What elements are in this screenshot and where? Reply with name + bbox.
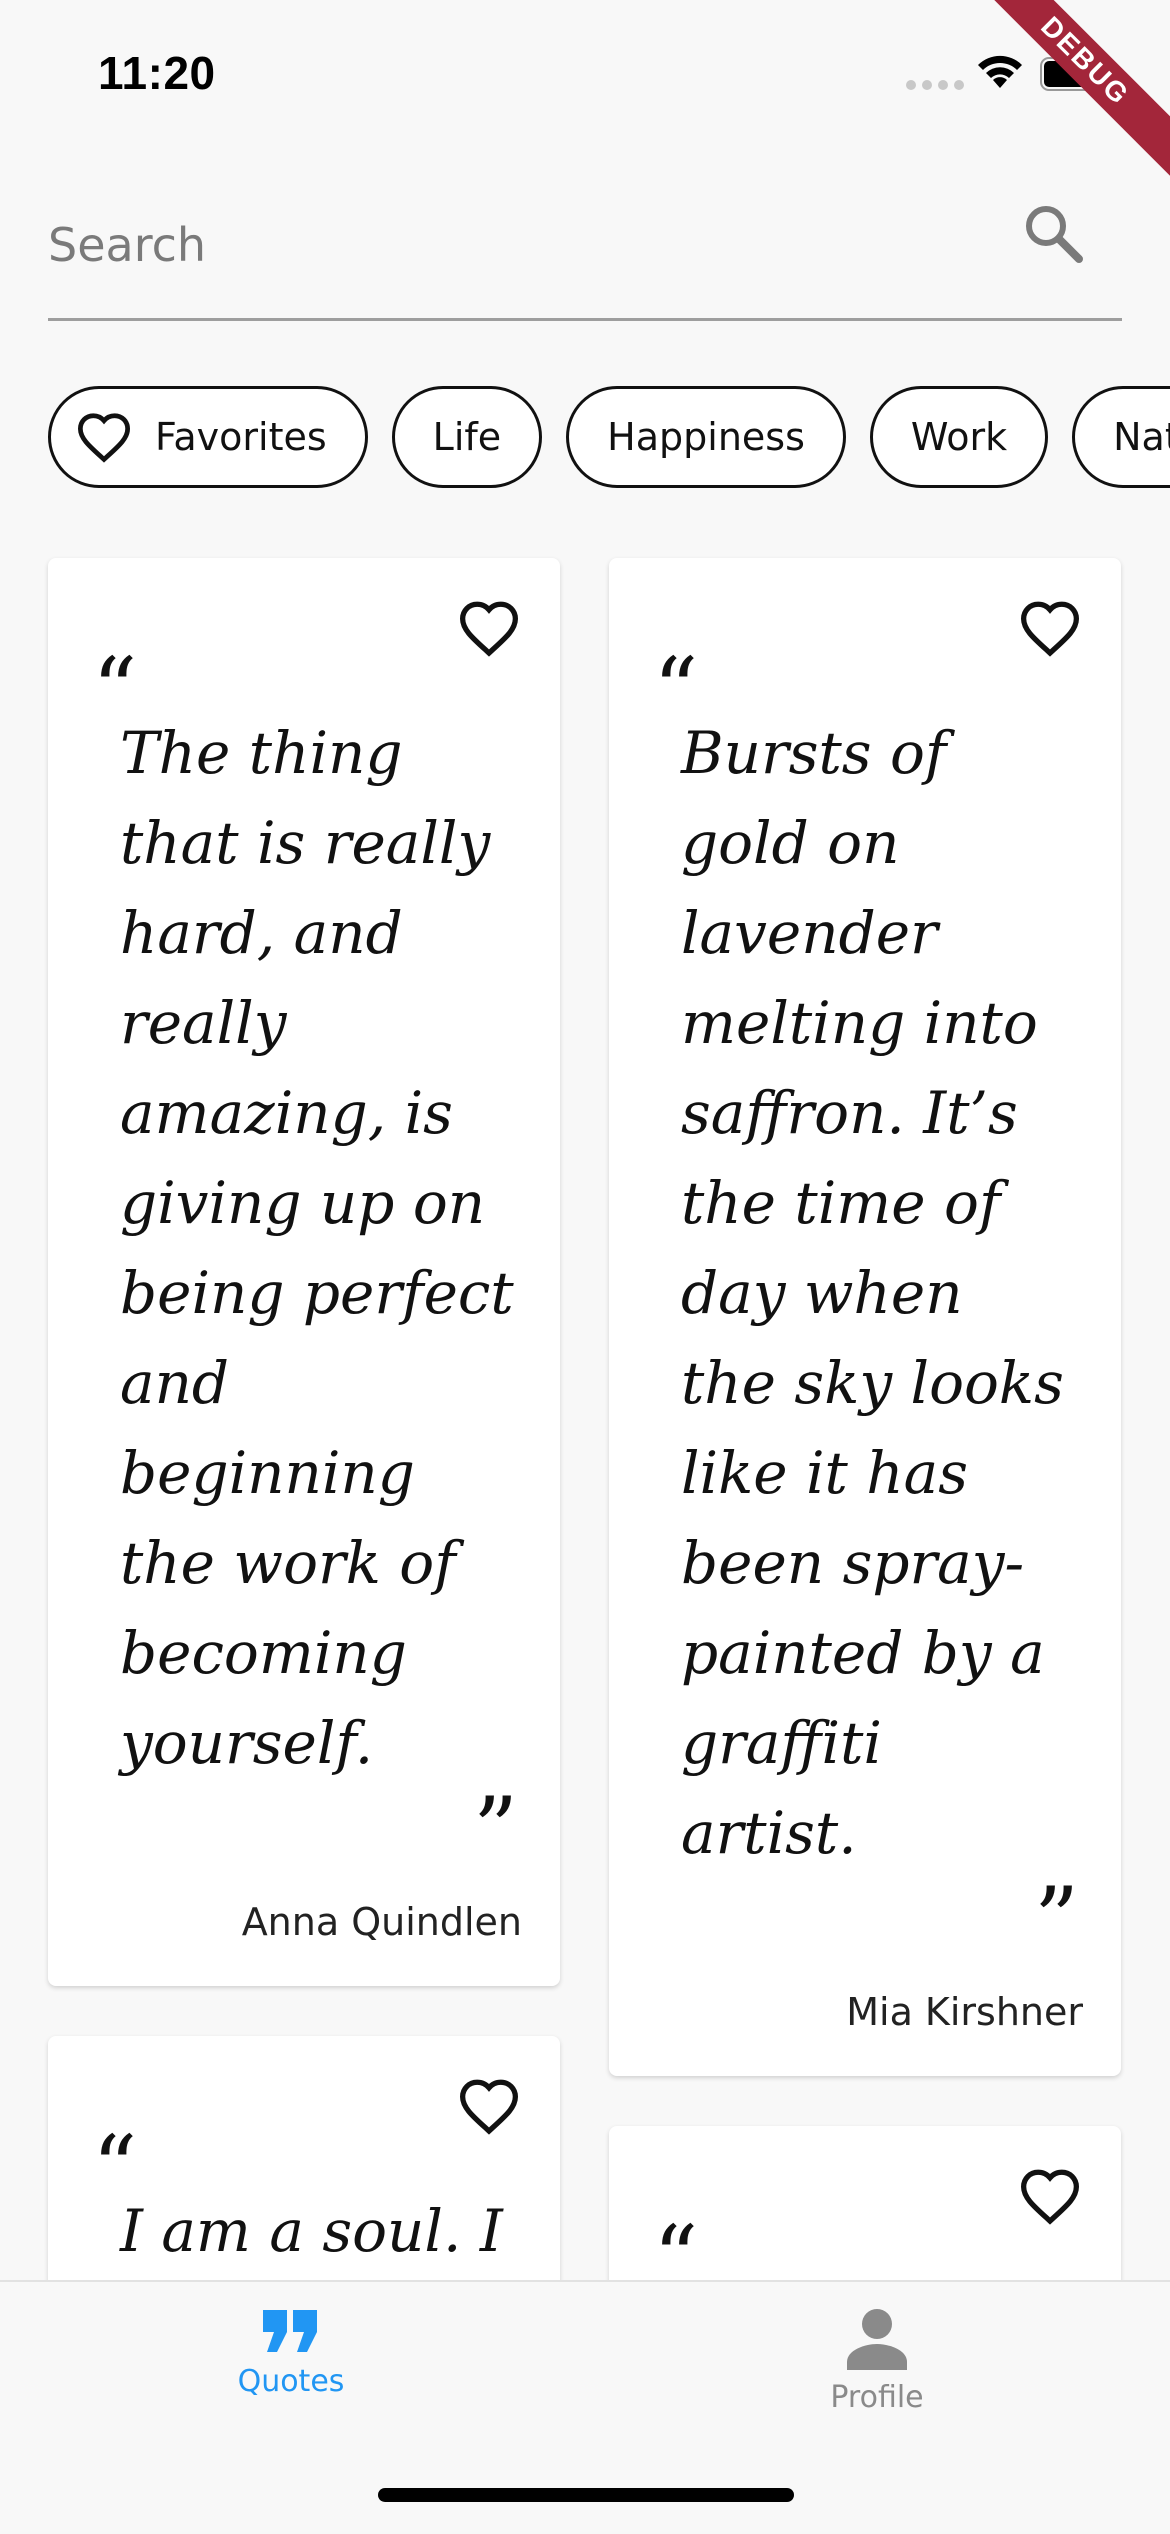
open-quote-icon: ” — [94, 2069, 139, 2172]
chip-happiness[interactable]: Happiness — [566, 386, 846, 488]
status-time: 11:20 — [98, 47, 216, 99]
favorite-button[interactable] — [456, 2076, 522, 2136]
debug-banner: DEBUG — [960, 0, 1170, 186]
quote-card[interactable]: ” Bursts of gold on lavender melting int… — [609, 558, 1121, 2076]
chip-favorites[interactable]: Favorites — [48, 386, 368, 488]
quote-author: Anna Quindlen — [241, 1900, 522, 1944]
home-indicator[interactable] — [378, 2488, 794, 2502]
heart-outline-icon — [77, 413, 131, 463]
cellular-signal-icon — [906, 80, 964, 90]
quote-text: Bursts of gold on lavender melting into … — [681, 719, 1064, 1867]
search-input[interactable] — [48, 200, 948, 290]
quote-icon — [263, 2310, 317, 2352]
open-quote-icon: ” — [655, 591, 700, 694]
chip-label: Nature — [1113, 415, 1170, 459]
heart-outline-icon — [1020, 2169, 1080, 2225]
chip-label: Work — [910, 415, 1008, 459]
favorite-button[interactable] — [1017, 598, 1083, 658]
open-quote-icon: ” — [94, 591, 139, 694]
status-bar: 11:20 DEBUG — [0, 0, 1170, 186]
favorite-button[interactable] — [1017, 2166, 1083, 2226]
close-quote-icon: ” — [473, 1778, 518, 1881]
heart-outline-icon — [459, 2079, 519, 2135]
chip-work[interactable]: Work — [869, 386, 1049, 488]
quote-author: Mia Kirshner — [846, 1990, 1083, 2034]
quote-card[interactable]: ” The thing that is really hard, and rea… — [48, 558, 560, 1986]
nav-item-quotes[interactable]: Quotes — [141, 2308, 441, 2399]
chip-label: Life — [432, 415, 502, 459]
person-icon — [847, 2309, 907, 2370]
wifi-icon — [978, 55, 1022, 88]
chip-nature[interactable]: Nature — [1072, 386, 1170, 488]
nav-label: Profile — [830, 2380, 924, 2415]
quote-text: The thing that is really hard, and reall… — [120, 719, 514, 1777]
open-quote-icon: ” — [655, 2159, 700, 2262]
heart-outline-icon — [459, 601, 519, 657]
nav-item-profile[interactable]: Profile — [727, 2308, 1027, 2415]
search-icon[interactable] — [1022, 202, 1086, 266]
category-chips: Favorites Life Happiness Work Nature — [48, 386, 1170, 490]
favorite-button[interactable] — [456, 598, 522, 658]
close-quote-icon: ” — [1034, 1868, 1079, 1971]
search-bar — [48, 180, 1122, 321]
nav-label: Quotes — [237, 2364, 345, 2399]
heart-outline-icon — [1020, 601, 1080, 657]
chip-label: Happiness — [607, 415, 805, 459]
chip-label: Favorites — [155, 415, 327, 459]
chip-life[interactable]: Life — [391, 386, 543, 488]
quote-text: I am a soul. I — [120, 2197, 503, 2265]
